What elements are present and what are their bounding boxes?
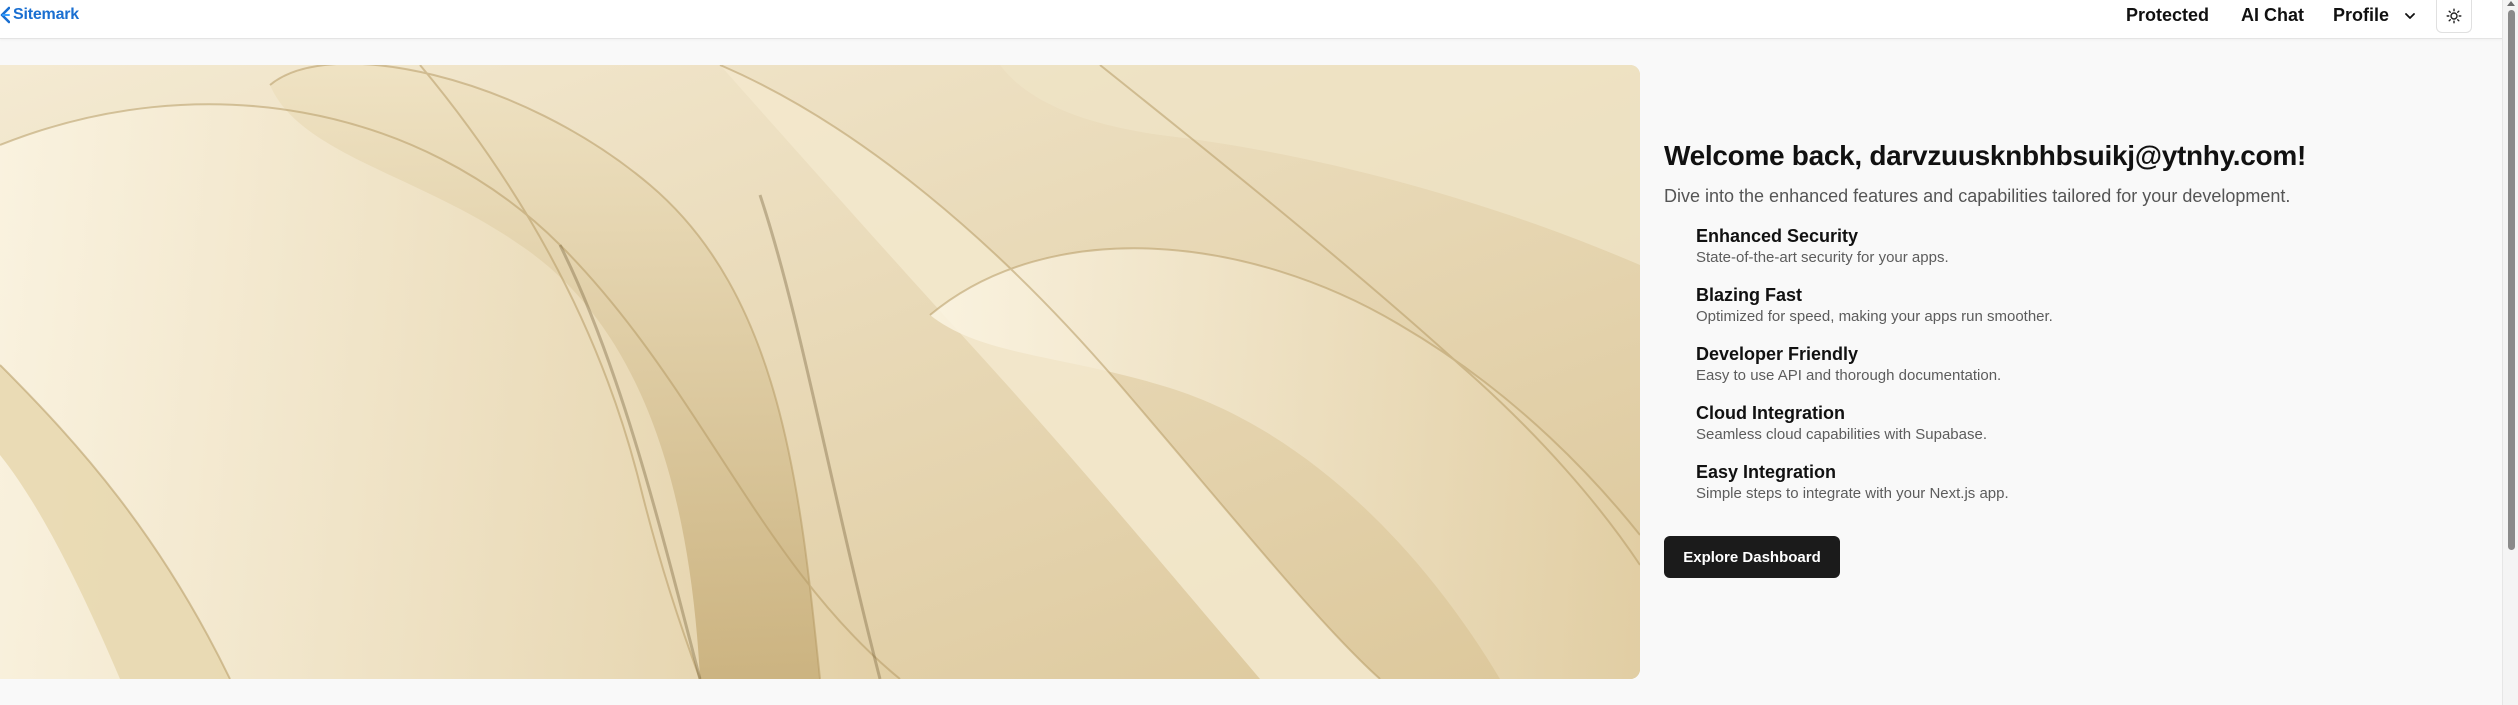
top-header: Sitemark Protected AI Chat Profile	[0, 0, 2502, 39]
feature-description: State-of-the-art security for your apps.	[1696, 249, 1949, 266]
feature-description: Easy to use API and thorough documentati…	[1696, 367, 2002, 384]
paper-folds-illustration	[0, 65, 1640, 679]
welcome-panel: Welcome back, darvzuusknbhbsuikj@ytnhy.c…	[1664, 140, 2484, 578]
feature-title: Easy Integration	[1696, 462, 1837, 482]
feature-title: Enhanced Security	[1696, 226, 1859, 246]
scroll-up-arrow-icon[interactable]	[2507, 1, 2515, 6]
feature-title: Developer Friendly	[1696, 344, 1859, 364]
nav-protected-link[interactable]: Protected	[2126, 5, 2209, 26]
sitemark-logo-icon	[0, 6, 10, 24]
brand-name: Sitemark	[13, 6, 79, 23]
nav-profile-label: Profile	[2333, 5, 2390, 25]
welcome-title: Welcome back, darvzuusknbhbsuikj@ytnhy.c…	[1664, 140, 2306, 171]
nav-ai-chat-link[interactable]: AI Chat	[2241, 5, 2304, 26]
feature-description: Optimized for speed, making your apps ru…	[1696, 308, 2053, 325]
feature-item: Easy Integration Simple steps to integra…	[1696, 461, 2484, 504]
brand-logo[interactable]: Sitemark	[0, 6, 79, 24]
hero-image	[0, 65, 1640, 679]
chevron-down-icon	[2405, 12, 2415, 19]
feature-item: Cloud Integration Seamless cloud capabil…	[1696, 402, 2484, 445]
feature-item: Developer Friendly Easy to use API and t…	[1696, 343, 2484, 386]
feature-description: Seamless cloud capabilities with Supabas…	[1696, 426, 1987, 443]
scrollbar-thumb[interactable]	[2508, 10, 2515, 550]
feature-item: Blazing Fast Optimized for speed, making…	[1696, 284, 2484, 327]
feature-item: Enhanced Security State-of-the-art secur…	[1696, 225, 2484, 268]
feature-description: Simple steps to integrate with your Next…	[1696, 485, 2009, 502]
theme-toggle-button[interactable]	[2436, 0, 2472, 33]
nav-profile-menu[interactable]: Profile	[2333, 5, 2417, 26]
sun-icon	[2446, 8, 2462, 24]
page-scrollbar[interactable]	[2502, 0, 2518, 705]
feature-title: Cloud Integration	[1696, 403, 1845, 423]
explore-dashboard-button[interactable]: Explore Dashboard	[1664, 536, 1840, 578]
welcome-subtitle: Dive into the enhanced features and capa…	[1664, 186, 2291, 206]
feature-list: Enhanced Security State-of-the-art secur…	[1664, 225, 2484, 504]
feature-title: Blazing Fast	[1696, 285, 1803, 305]
